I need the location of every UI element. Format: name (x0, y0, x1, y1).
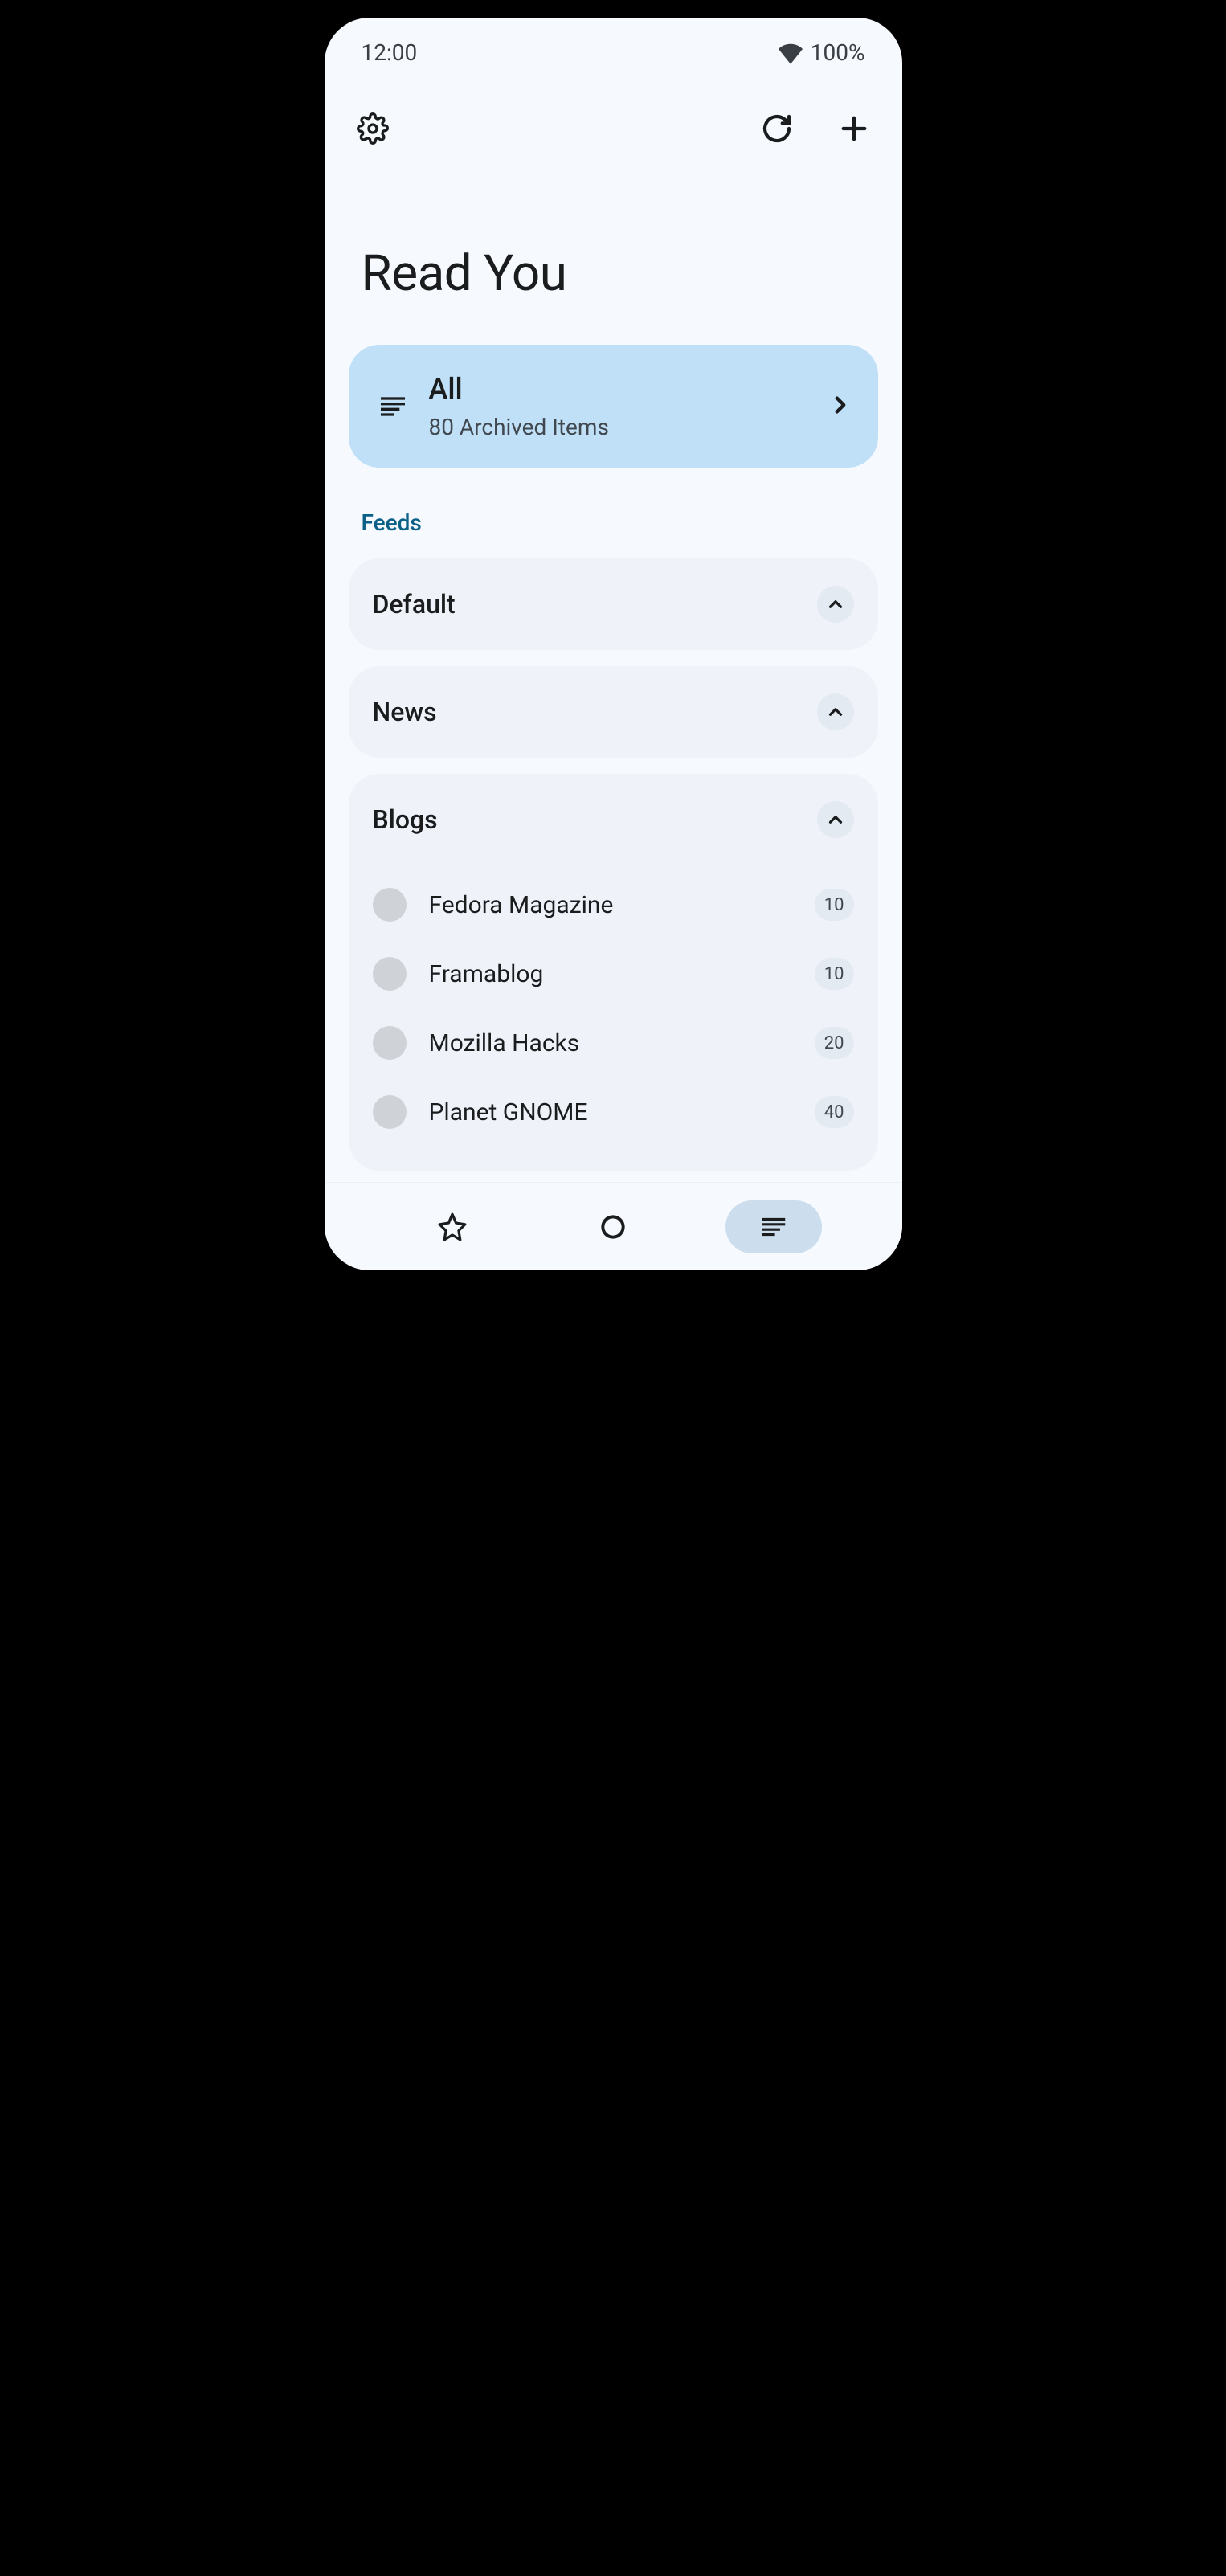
feed-group: Default (349, 558, 878, 650)
chevron-up-icon (825, 594, 846, 615)
all-card-subtitle: 80 Archived Items (429, 414, 827, 440)
nav-all[interactable] (725, 1200, 822, 1253)
feed-count-badge: 40 (815, 1096, 854, 1128)
expand-toggle[interactable] (817, 801, 854, 838)
feed-count-badge: 10 (815, 958, 854, 990)
feed-name: Mozilla Hacks (407, 1029, 815, 1057)
feed-item[interactable]: Mozilla Hacks20 (373, 1008, 854, 1077)
status-bar: 12:00 100% (325, 31, 902, 66)
gear-icon (357, 112, 389, 145)
feed-name: Framablog (407, 960, 815, 988)
star-icon (437, 1212, 468, 1242)
feed-group-header[interactable]: Default (349, 558, 878, 650)
expand-toggle[interactable] (817, 586, 854, 623)
chevron-up-icon (825, 701, 846, 722)
feed-group: BlogsFedora Magazine10Framablog10Mozilla… (349, 774, 878, 1171)
feed-group-header[interactable]: News (349, 666, 878, 758)
feed-count-badge: 20 (815, 1027, 854, 1059)
clock-text: 12:00 (362, 39, 418, 66)
circle-icon (598, 1212, 628, 1242)
plus-icon (838, 112, 870, 145)
feed-avatar (373, 1026, 407, 1060)
nav-unread[interactable] (565, 1200, 661, 1253)
feed-item[interactable]: Framablog10 (373, 939, 854, 1008)
page-title: Read You (325, 244, 902, 303)
settings-button[interactable] (353, 109, 392, 148)
app-toolbar (325, 109, 902, 148)
feed-group-header[interactable]: Blogs (349, 774, 878, 865)
feed-avatar (373, 888, 407, 922)
bottom-nav (325, 1182, 902, 1270)
feed-item[interactable]: Planet GNOME40 (373, 1077, 854, 1147)
refresh-icon (761, 112, 793, 145)
battery-text: 100% (811, 39, 865, 66)
refresh-button[interactable] (758, 109, 796, 148)
feed-item[interactable]: Fedora Magazine10 (373, 870, 854, 939)
chevron-up-icon (825, 809, 846, 830)
wifi-icon (779, 41, 803, 65)
feed-list: Fedora Magazine10Framablog10Mozilla Hack… (349, 865, 878, 1171)
all-card-title: All (429, 372, 827, 406)
feeds-section-label: Feeds (325, 509, 902, 536)
all-items-card[interactable]: All 80 Archived Items (349, 345, 878, 468)
feed-group-name: Default (373, 589, 456, 619)
add-button[interactable] (835, 109, 873, 148)
feed-name: Fedora Magazine (407, 891, 815, 919)
feed-avatar (373, 1095, 407, 1129)
expand-toggle[interactable] (817, 693, 854, 730)
feed-avatar (373, 957, 407, 991)
feed-group: News (349, 666, 878, 758)
subject-icon (377, 390, 409, 423)
feed-group-name: Blogs (373, 804, 438, 835)
feed-group-name: News (373, 697, 437, 727)
feed-groups: DefaultNewsBlogsFedora Magazine10Framabl… (325, 558, 902, 1187)
nav-starred[interactable] (404, 1200, 501, 1253)
feed-name: Planet GNOME (407, 1098, 815, 1126)
feed-count-badge: 10 (815, 889, 854, 921)
chevron-right-icon (827, 391, 854, 419)
subject-icon (758, 1212, 789, 1242)
